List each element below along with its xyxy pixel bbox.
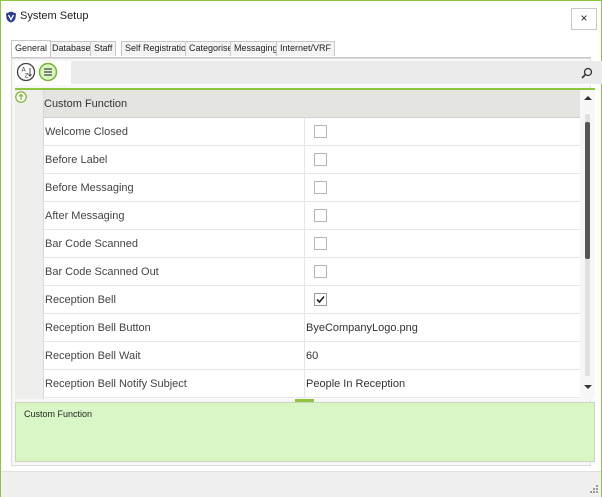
description-panel: Custom Function (15, 402, 595, 462)
reception-bell-notify-subject-value[interactable]: People In Reception (305, 370, 580, 397)
property-row: Reception Bell (44, 286, 580, 314)
property-name: Before Label (45, 154, 108, 166)
bar-code-scanned-out-checkbox[interactable] (314, 265, 327, 278)
property-name-cell[interactable]: Reception Bell Button (44, 314, 305, 341)
property-value-cell (305, 202, 580, 229)
sort-alphabetical-icon[interactable]: A Z (16, 62, 36, 82)
property-name: After Messaging (45, 210, 125, 222)
property-name: Reception Bell (45, 294, 116, 306)
property-value: ByeCompanyLogo.png (306, 322, 418, 334)
window-title: System Setup (20, 10, 89, 22)
category-pin-icon[interactable] (15, 91, 27, 103)
scroll-up-arrow-icon[interactable] (584, 95, 592, 101)
tab-general[interactable]: General (11, 40, 52, 57)
bar-code-scanned-checkbox[interactable] (314, 237, 327, 250)
property-row: Reception Bell Button ByeCompanyLogo.png (44, 314, 580, 342)
property-row: Bar Code Scanned (44, 230, 580, 258)
property-name-cell[interactable]: Reception Bell Notify Subject (44, 370, 305, 397)
property-name: Reception Bell Notify Subject (45, 378, 187, 390)
property-name: Bar Code Scanned (45, 238, 138, 250)
property-toolbar: A Z (15, 61, 602, 85)
tab-database[interactable]: Database (48, 41, 95, 56)
property-value-cell (305, 286, 580, 313)
property-name: Bar Code Scanned Out (45, 266, 159, 278)
property-name-cell[interactable]: Bar Code Scanned Out (44, 258, 305, 285)
property-name-cell[interactable]: Reception Bell Wait (44, 342, 305, 369)
tab-self-registration[interactable]: Self Registration (121, 41, 196, 56)
status-bar (1, 471, 601, 497)
property-name-cell[interactable]: Reception Bell (44, 286, 305, 313)
property-name-cell[interactable]: After Messaging (44, 202, 305, 229)
close-icon: × (580, 11, 588, 25)
property-row: Reception Bell Wait 60 (44, 342, 580, 370)
property-value: People In Reception (306, 378, 406, 390)
close-button[interactable]: × (571, 8, 597, 30)
tab-categorise[interactable]: Categorise (185, 41, 237, 56)
property-row: Bar Code Scanned Out (44, 258, 580, 286)
system-setup-window: System Setup × General Database Staff Se… (0, 0, 602, 497)
reception-bell-checkbox[interactable] (314, 293, 327, 306)
before-label-checkbox[interactable] (314, 153, 327, 166)
property-name-cell[interactable]: Bar Code Scanned (44, 230, 305, 257)
property-name: Reception Bell Button (45, 322, 151, 334)
tab-staff[interactable]: Staff (90, 41, 117, 56)
property-name-cell[interactable]: Before Label (44, 146, 305, 173)
scroll-down-arrow-icon[interactable] (584, 384, 592, 390)
property-value-cell (305, 230, 580, 257)
before-messaging-checkbox[interactable] (314, 181, 327, 194)
property-name-cell[interactable]: Before Messaging (44, 174, 305, 201)
category-label: Custom Function (44, 98, 128, 110)
property-value-cell (305, 118, 580, 145)
categorized-icon[interactable] (38, 62, 58, 82)
reception-bell-wait-value[interactable]: 60 (305, 342, 580, 369)
resize-grip-icon[interactable] (589, 484, 599, 494)
category-row[interactable]: Custom Function (44, 90, 580, 118)
property-value-cell (305, 146, 580, 173)
property-name: Before Messaging (45, 182, 134, 194)
app-logo-icon (6, 11, 16, 23)
vertical-scrollbar[interactable] (580, 90, 595, 399)
checkmark-icon (316, 295, 325, 304)
property-grid: Custom Function Welcome Closed Before La… (15, 88, 595, 399)
property-row: Before Label (44, 146, 580, 174)
search-icon[interactable] (581, 67, 593, 79)
property-value: 60 (306, 350, 319, 362)
scroll-thumb[interactable] (585, 122, 590, 259)
property-row: After Messaging (44, 202, 580, 230)
property-name: Welcome Closed (45, 126, 128, 138)
description-text: Custom Function (24, 409, 93, 419)
property-search-field[interactable] (71, 61, 602, 84)
tab-internet-vrf[interactable]: Internet/VRF (276, 41, 336, 56)
tab-messaging[interactable]: Messaging (230, 41, 282, 56)
grid-gutter (15, 90, 44, 399)
title-bar: System Setup × (1, 1, 601, 35)
property-row: Reception Bell Notify Subject People In … (44, 370, 580, 398)
tab-strip: General Database Staff Self Registration… (11, 40, 591, 57)
property-name: Reception Bell Wait (45, 350, 141, 362)
after-messaging-checkbox[interactable] (314, 209, 327, 222)
property-value-cell (305, 258, 580, 285)
property-row: Before Messaging (44, 174, 580, 202)
property-name-cell[interactable]: Welcome Closed (44, 118, 305, 145)
svg-text:Z: Z (25, 73, 29, 80)
property-value-cell (305, 174, 580, 201)
welcome-closed-checkbox[interactable] (314, 125, 327, 138)
property-row: Welcome Closed (44, 118, 580, 146)
reception-bell-button-value[interactable]: ByeCompanyLogo.png (305, 314, 580, 341)
